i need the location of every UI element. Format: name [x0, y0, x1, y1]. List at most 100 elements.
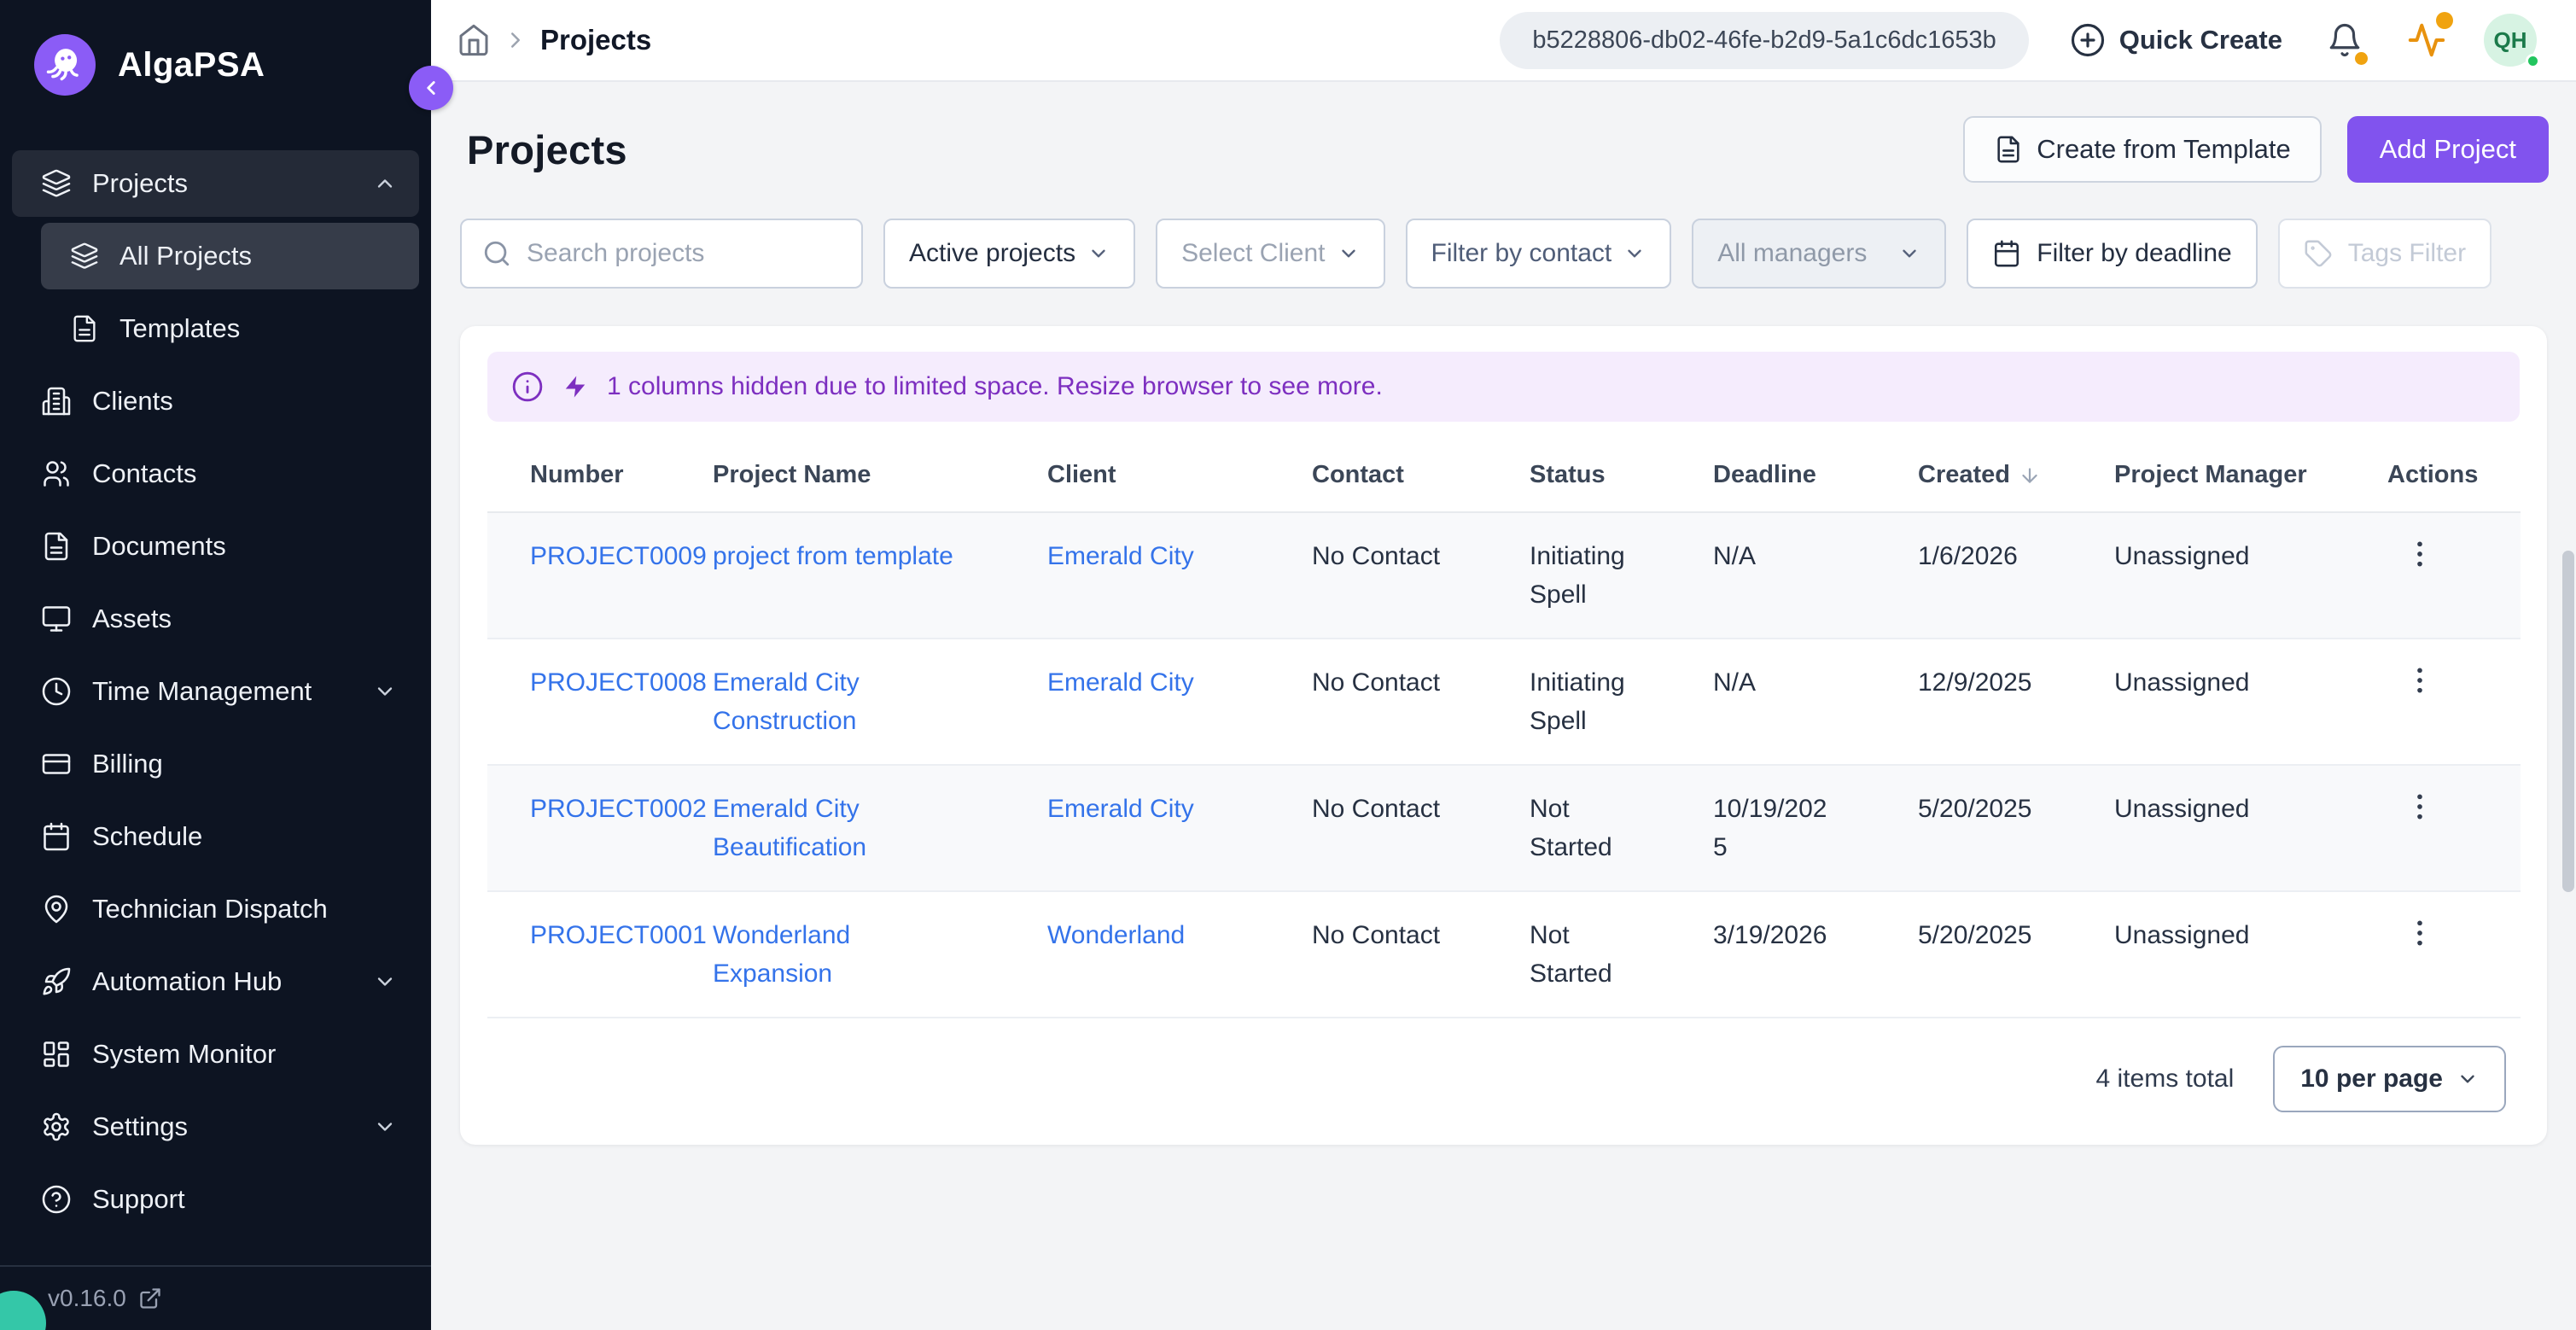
project-name-link[interactable]: project from template: [713, 537, 953, 575]
chevron-down-icon: [1623, 242, 1646, 265]
deadline-cell: N/A: [1713, 537, 1756, 575]
sidebar-item-all-projects[interactable]: All Projects: [41, 223, 419, 289]
sidebar-item-contacts[interactable]: Contacts: [12, 440, 419, 507]
sidebar-item-projects[interactable]: Projects: [12, 150, 419, 217]
client-filter-dropdown[interactable]: Select Client: [1156, 219, 1384, 289]
sidebar-item-automation-hub[interactable]: Automation Hub: [12, 948, 419, 1015]
col-number[interactable]: Number: [487, 439, 692, 512]
col-status[interactable]: Status: [1509, 439, 1693, 512]
home-icon[interactable]: [457, 23, 491, 57]
col-actions: Actions: [2367, 439, 2521, 512]
quick-create-button[interactable]: Quick Create: [2070, 22, 2282, 58]
grid-icon: [41, 1039, 72, 1070]
tags-filter-button[interactable]: Tags Filter: [2278, 219, 2491, 289]
project-search[interactable]: [460, 219, 863, 289]
project-name-link[interactable]: Emerald City Beautification: [713, 790, 969, 866]
sidebar-item-technician-dispatch[interactable]: Technician Dispatch: [12, 876, 419, 942]
row-actions-kebab-icon[interactable]: [2403, 790, 2437, 824]
page-size-value: 10 per page: [2300, 1065, 2443, 1094]
app-version: v0.16.0: [48, 1285, 126, 1312]
breadcrumb: Projects: [540, 24, 651, 56]
search-icon: [482, 239, 511, 268]
created-cell: 1/6/2026: [1918, 542, 2018, 570]
add-project-button[interactable]: Add Project: [2347, 116, 2549, 183]
topbar: Projects b5228806-db02-46fe-b2d9-5a1c6dc…: [431, 0, 2576, 82]
row-actions-kebab-icon[interactable]: [2403, 663, 2437, 697]
deadline-filter-button[interactable]: Filter by deadline: [1967, 219, 2257, 289]
file-icon: [70, 314, 99, 343]
user-avatar[interactable]: QH: [2484, 14, 2537, 67]
sidebar-item-support[interactable]: Support: [12, 1166, 419, 1233]
clock-icon: [41, 676, 72, 707]
vertical-scrollbar-thumb[interactable]: [2562, 551, 2574, 892]
sidebar-item-label: Technician Dispatch: [92, 894, 328, 925]
sidebar-item-label: Projects: [92, 168, 188, 199]
avatar-initials: QH: [2494, 27, 2527, 54]
sidebar-collapse-button[interactable]: [409, 66, 453, 110]
manager-filter-value: All managers: [1717, 239, 1867, 268]
sidebar-item-clients[interactable]: Clients: [12, 368, 419, 435]
col-created[interactable]: Created: [1897, 439, 2094, 512]
header-actions: Create from Template Add Project: [1963, 116, 2549, 183]
project-name-link[interactable]: Wonderland Expansion: [713, 916, 969, 993]
chevron-down-icon: [1898, 242, 1920, 265]
project-number-link[interactable]: PROJECT0008: [530, 668, 707, 697]
col-project-name[interactable]: Project Name: [692, 439, 1027, 512]
sidebar-item-assets[interactable]: Assets: [12, 586, 419, 652]
search-input[interactable]: [527, 239, 841, 268]
chevron-down-icon: [373, 1115, 397, 1139]
col-deadline[interactable]: Deadline: [1693, 439, 1897, 512]
status-cell: Initiating Spell: [1530, 537, 1658, 614]
table-header-row: Number Project Name Client Contact Statu…: [487, 439, 2521, 512]
client-link[interactable]: Emerald City: [1047, 668, 1194, 697]
sidebar-item-documents[interactable]: Documents: [12, 513, 419, 580]
tenant-id-badge[interactable]: b5228806-db02-46fe-b2d9-5a1c6dc1653b: [1500, 12, 2028, 69]
project-name-link[interactable]: Emerald City Construction: [713, 663, 969, 740]
col-client[interactable]: Client: [1027, 439, 1291, 512]
contact-cell: No Contact: [1312, 668, 1440, 697]
project-number-link[interactable]: PROJECT0001: [530, 921, 707, 949]
page-size-dropdown[interactable]: 10 per page: [2273, 1046, 2506, 1112]
sidebar-item-schedule[interactable]: Schedule: [12, 803, 419, 870]
create-from-template-button[interactable]: Create from Template: [1963, 116, 2322, 183]
manager-filter-dropdown[interactable]: All managers: [1692, 219, 1946, 289]
page-title: Projects: [467, 126, 627, 173]
contact-filter-dropdown[interactable]: Filter by contact: [1406, 219, 1672, 289]
project-number-link[interactable]: PROJECT0009: [530, 542, 707, 570]
row-actions-kebab-icon[interactable]: [2403, 916, 2437, 950]
sidebar-item-billing[interactable]: Billing: [12, 731, 419, 797]
client-filter-value: Select Client: [1181, 239, 1325, 268]
sidebar-item-label: System Monitor: [92, 1039, 276, 1070]
table-row: PROJECT0001 Wonderland Expansion Wonderl…: [487, 891, 2521, 1018]
gear-icon: [41, 1111, 72, 1142]
sidebar-item-system-monitor[interactable]: System Monitor: [12, 1021, 419, 1088]
help-icon: [41, 1184, 72, 1215]
deadline-cell: N/A: [1713, 663, 1756, 702]
client-link[interactable]: Wonderland: [1047, 921, 1185, 949]
created-cell: 5/20/2025: [1918, 795, 2031, 823]
chat-widget-button[interactable]: [0, 1291, 46, 1330]
sidebar-item-settings[interactable]: Settings: [12, 1094, 419, 1160]
rocket-icon: [41, 966, 72, 997]
sidebar-item-time-management[interactable]: Time Management: [12, 658, 419, 725]
document-icon: [41, 531, 72, 562]
table-row: PROJECT0002 Emerald City Beautification …: [487, 765, 2521, 891]
contact-cell: No Contact: [1312, 921, 1440, 949]
row-actions-kebab-icon[interactable]: [2403, 537, 2437, 571]
credit-card-icon: [41, 749, 72, 779]
notifications-button[interactable]: [2327, 22, 2363, 58]
sidebar-item-templates[interactable]: Templates: [41, 295, 419, 362]
external-link-icon[interactable]: [138, 1286, 162, 1310]
sort-desc-arrow-icon: [2019, 464, 2041, 487]
table-footer: 4 items total 10 per page: [487, 1018, 2520, 1145]
client-link[interactable]: Emerald City: [1047, 795, 1194, 823]
project-number-link[interactable]: PROJECT0002: [530, 795, 707, 823]
status-filter-dropdown[interactable]: Active projects: [883, 219, 1135, 289]
sidebar-item-label: Clients: [92, 386, 173, 417]
col-contact[interactable]: Contact: [1291, 439, 1509, 512]
sidebar-item-label: Schedule: [92, 821, 202, 852]
client-link[interactable]: Emerald City: [1047, 542, 1194, 570]
col-project-manager[interactable]: Project Manager: [2094, 439, 2367, 512]
sidebar-item-label: Templates: [119, 313, 240, 344]
activity-button[interactable]: [2407, 20, 2446, 60]
